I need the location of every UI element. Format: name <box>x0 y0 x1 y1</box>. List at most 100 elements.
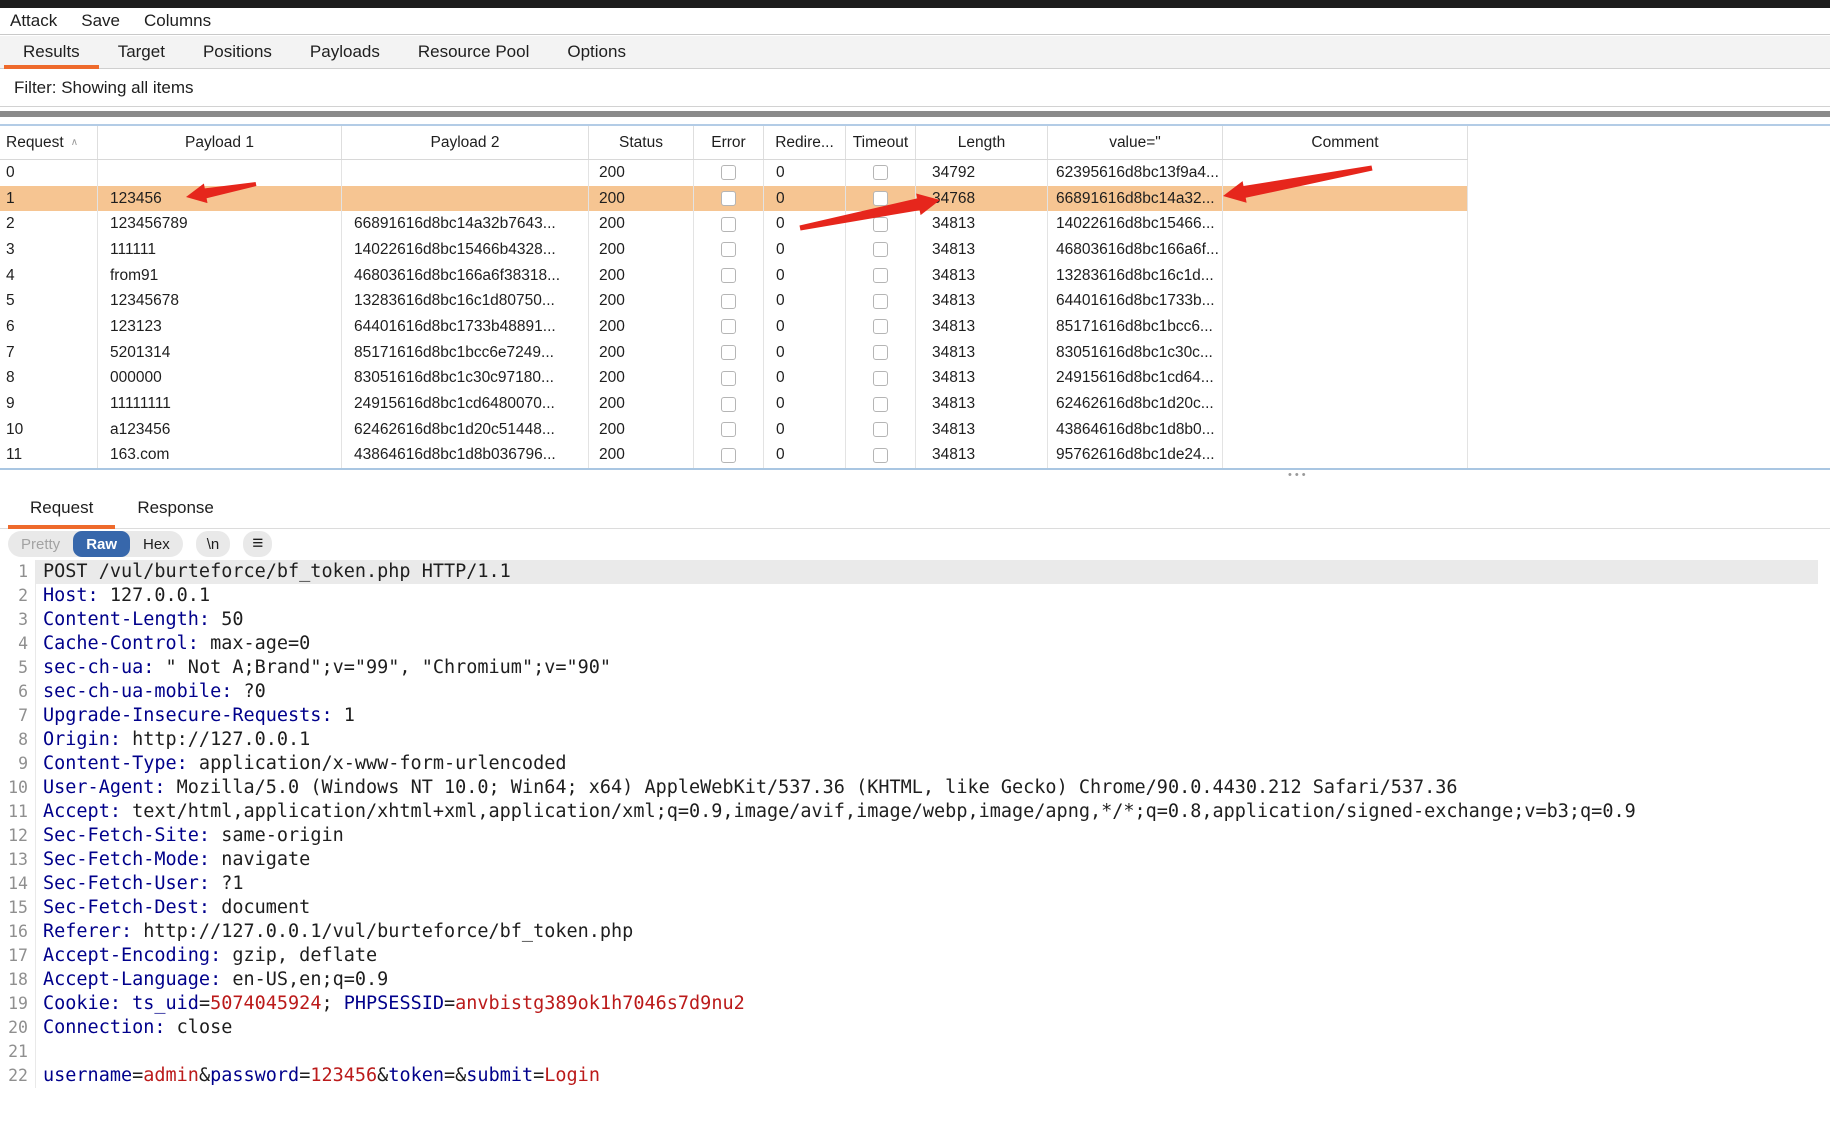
splitter-handle-icon[interactable]: ••• <box>1288 469 1309 481</box>
tab-target[interactable]: Target <box>99 36 184 68</box>
table-row[interactable]: 7 5201314 85171616d8bc1bcc6e7249... 200 0 348… <box>0 339 1468 366</box>
table-row[interactable]: 6 123123 64401616d8bc1733b48891... 200 0 3481… <box>0 314 1468 340</box>
tab-options[interactable]: Options <box>548 36 645 68</box>
column-header-payload1[interactable]: Payload 1 <box>98 126 342 159</box>
table-row[interactable]: 3 111111 14022616d8bc15466b4328... 200 0 3481… <box>0 237 1468 263</box>
table-row[interactable]: 0 200 0 34792 62395616d8bc13f9a4... <box>0 160 1468 186</box>
table-row[interactable]: 1 123456 200 0 34768 66891616d8bc14a32... <box>0 185 1468 212</box>
error-checkbox[interactable] <box>721 447 736 463</box>
table-row[interactable]: 10 a123456 62462616d8bc1d20c51448... 200 0 34… <box>0 416 1468 443</box>
line-number: 4 <box>0 632 36 656</box>
timeout-checkbox[interactable] <box>873 345 888 361</box>
request-line: 15 Sec-Fetch-Dest: document <box>0 896 1830 920</box>
error-checkbox[interactable] <box>721 191 736 207</box>
column-header-payload2[interactable]: Payload 2 <box>342 126 589 159</box>
timeout-checkbox[interactable] <box>873 370 888 386</box>
error-checkbox[interactable] <box>721 345 736 361</box>
line-number: 6 <box>0 680 36 704</box>
request-line: 17 Accept-Encoding: gzip, deflate <box>0 944 1830 968</box>
timeout-checkbox[interactable] <box>873 396 888 412</box>
request-line: 18 Accept-Language: en-US,en;q=0.9 <box>0 968 1830 992</box>
column-header-timeout[interactable]: Timeout <box>846 126 916 159</box>
main-tabs: Results Target Positions Payloads Resource P… <box>0 36 1830 69</box>
table-body: 0 200 0 34792 62395616d8bc13f9a4... 1 123456 20… <box>0 160 1468 469</box>
request-line: 12 Sec-Fetch-Site: same-origin <box>0 824 1830 848</box>
request-line: 14 Sec-Fetch-User: ?1 <box>0 872 1830 896</box>
timeout-checkbox[interactable] <box>873 293 888 309</box>
request-line: 2 Host: 127.0.0.1 <box>0 584 1830 608</box>
newline-toggle-button[interactable]: \n <box>195 531 231 557</box>
timeout-checkbox[interactable] <box>873 319 888 335</box>
raw-button[interactable]: Raw <box>73 531 131 557</box>
timeout-checkbox[interactable] <box>873 216 888 232</box>
sort-asc-icon: ∧ <box>70 137 79 148</box>
line-number: 18 <box>0 968 36 992</box>
table-row[interactable]: 4 from91 46803616d8bc166a6f38318... 200 0 348… <box>0 262 1468 289</box>
request-line: 5 sec-ch-ua: " Not A;Brand";v="99", "Chro… <box>0 656 1830 680</box>
line-number: 1 <box>0 560 36 584</box>
request-line: 13 Sec-Fetch-Mode: navigate <box>0 848 1830 872</box>
table-row[interactable]: 2 123456789 66891616d8bc14a32b7643... 200 0 3… <box>0 211 1468 238</box>
pretty-button[interactable]: Pretty <box>8 531 73 557</box>
line-number: 14 <box>0 872 36 896</box>
line-number: 8 <box>0 728 36 752</box>
column-header-value[interactable]: value=" <box>1048 126 1223 159</box>
request-line: 20 Connection: close <box>0 1016 1830 1040</box>
editor-menu-button[interactable]: ≡ <box>243 531 273 557</box>
menu-bar: Attack Save Columns <box>0 8 1830 35</box>
error-checkbox[interactable] <box>721 396 736 412</box>
line-number: 13 <box>0 848 36 872</box>
hamburger-icon: ≡ <box>252 533 264 554</box>
hex-button[interactable]: Hex <box>130 531 183 557</box>
timeout-checkbox[interactable] <box>873 165 888 181</box>
error-checkbox[interactable] <box>721 165 736 181</box>
request-line: 10 User-Agent: Mozilla/5.0 (Windows NT 10… <box>0 776 1830 800</box>
column-header-status[interactable]: Status <box>589 126 694 159</box>
column-header-comment[interactable]: Comment <box>1223 126 1468 159</box>
line-number: 10 <box>0 776 36 800</box>
request-line: 3 Content-Length: 50 <box>0 608 1830 632</box>
timeout-checkbox[interactable] <box>873 268 888 284</box>
line-number: 7 <box>0 704 36 728</box>
error-checkbox[interactable] <box>721 216 736 232</box>
request-editor[interactable]: 1 POST /vul/burteforce/bf_token.php HTTP/… <box>0 560 1830 1088</box>
table-row[interactable]: 5 12345678 13283616d8bc16c1d80750... 200 0 34… <box>0 288 1468 315</box>
request-line: 6 sec-ch-ua-mobile: ?0 <box>0 680 1830 704</box>
panel-splitter[interactable] <box>0 468 1830 470</box>
menu-item-columns[interactable]: Columns <box>144 11 211 31</box>
column-header-request[interactable]: Request ∧ <box>0 126 98 159</box>
table-row[interactable]: 8 000000 83051616d8bc1c30c97180... 200 0 3481… <box>0 365 1468 392</box>
column-header-error[interactable]: Error <box>694 126 764 159</box>
column-header-redirect[interactable]: Redire... <box>764 126 846 159</box>
menu-item-save[interactable]: Save <box>81 11 120 31</box>
request-line: 11 Accept: text/html,application/xhtml+xm… <box>0 800 1830 824</box>
timeout-checkbox[interactable] <box>873 191 888 207</box>
editor-toolbar: Pretty Raw Hex \n ≡ <box>8 531 273 557</box>
tab-results[interactable]: Results <box>4 36 99 69</box>
error-checkbox[interactable] <box>721 293 736 309</box>
results-table: Request ∧ Payload 1 Payload 2 Status Error Red… <box>0 126 1468 469</box>
menu-item-attack[interactable]: Attack <box>10 11 57 31</box>
editor-tab-response[interactable]: Response <box>115 488 236 528</box>
table-row[interactable]: 11 163.com 43864616d8bc1d8b036796... 200 0 34… <box>0 442 1468 469</box>
table-row[interactable]: 9 11111111 24915616d8bc1cd6480070... 200 0 34… <box>0 391 1468 417</box>
error-checkbox[interactable] <box>721 268 736 284</box>
request-line: 19 Cookie: ts_uid=5074045924; PHPSESSID=a… <box>0 992 1830 1016</box>
timeout-checkbox[interactable] <box>873 447 888 463</box>
error-checkbox[interactable] <box>721 319 736 335</box>
line-number: 16 <box>0 920 36 944</box>
request-line: 4 Cache-Control: max-age=0 <box>0 632 1830 656</box>
error-checkbox[interactable] <box>721 370 736 386</box>
line-number: 3 <box>0 608 36 632</box>
tab-positions[interactable]: Positions <box>184 36 291 68</box>
filter-bar[interactable]: Filter: Showing all items <box>0 70 1830 107</box>
line-number: 9 <box>0 752 36 776</box>
tab-payloads[interactable]: Payloads <box>291 36 399 68</box>
error-checkbox[interactable] <box>721 422 736 438</box>
timeout-checkbox[interactable] <box>873 242 888 258</box>
timeout-checkbox[interactable] <box>873 422 888 438</box>
editor-tab-request[interactable]: Request <box>8 488 116 529</box>
column-header-length[interactable]: Length <box>916 126 1048 159</box>
error-checkbox[interactable] <box>721 242 736 258</box>
tab-resource-pool[interactable]: Resource Pool <box>399 36 549 68</box>
